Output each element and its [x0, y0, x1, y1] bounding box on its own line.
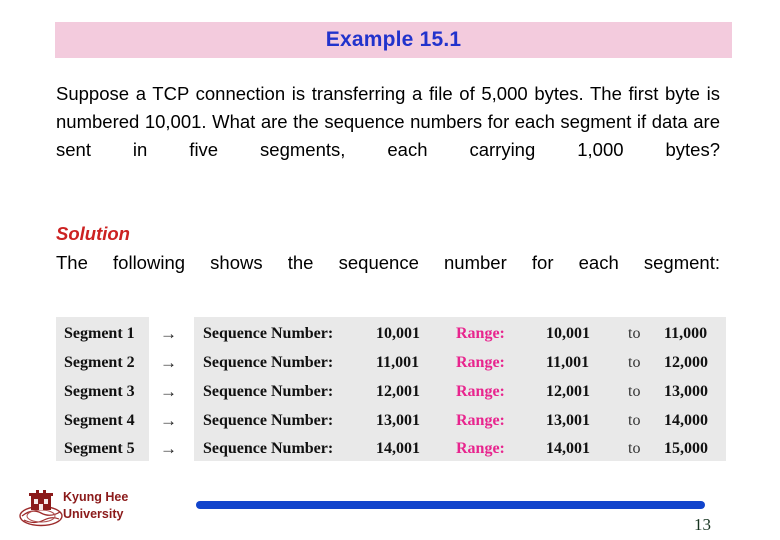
- range-end: 13,000: [664, 383, 708, 400]
- table-row: Segment 1 → Sequence Number: 10,001 Rang…: [56, 320, 726, 348]
- sequence-number: 10,001: [376, 325, 420, 342]
- range-start: 10,001: [546, 325, 590, 342]
- table-row: Segment 4 → Sequence Number: 13,001 Rang…: [56, 407, 726, 435]
- range-end: 12,000: [664, 354, 708, 371]
- page-title: Example 15.1: [325, 28, 462, 51]
- solution-block: Solution The following shows the sequenc…: [56, 222, 720, 305]
- solution-heading: Solution: [56, 223, 130, 244]
- range-to-word: to: [628, 354, 641, 371]
- table-body: Segment 1 → Sequence Number: 10,001 Rang…: [56, 317, 726, 461]
- university-crest-icon: [19, 490, 63, 527]
- sequence-number: 12,001: [376, 383, 420, 400]
- table-row: Segment 5 → Sequence Number: 14,001 Rang…: [56, 435, 726, 463]
- range-to-word: to: [628, 412, 641, 429]
- sequence-number: 14,001: [376, 440, 420, 457]
- table-row: Segment 3 → Sequence Number: 12,001 Rang…: [56, 378, 726, 406]
- arrow-icon: →: [160, 411, 177, 430]
- range-end: 11,000: [664, 325, 708, 342]
- question-block: Suppose a TCP connection is transferring…: [56, 80, 720, 192]
- sequence-label: Sequence Number:: [203, 325, 334, 342]
- range-to-word: to: [628, 440, 641, 457]
- page-number: 13: [694, 515, 711, 534]
- sequence-label: Sequence Number:: [203, 412, 334, 429]
- range-label: Range:: [456, 383, 505, 400]
- arrow-icon: →: [160, 382, 177, 401]
- solution-intro-text: The following shows the sequence number …: [56, 252, 720, 273]
- range-end: 14,000: [664, 412, 708, 429]
- range-to-word: to: [628, 325, 641, 342]
- range-start: 12,001: [546, 383, 590, 400]
- question-text: Suppose a TCP connection is transferring…: [56, 83, 720, 160]
- sequence-number-table: Segment 1 → Sequence Number: 10,001 Rang…: [56, 317, 726, 461]
- slide-footer: Kyung Hee University: [0, 483, 780, 540]
- table-row: Segment 2 → Sequence Number: 11,001 Rang…: [56, 349, 726, 377]
- slide-title-banner: Example 15.1: [55, 22, 732, 58]
- university-name-line2: University: [63, 507, 124, 521]
- arrow-icon: →: [160, 353, 177, 372]
- range-start: 14,001: [546, 440, 590, 457]
- arrow-icon: →: [160, 324, 177, 343]
- sequence-number: 13,001: [376, 412, 420, 429]
- range-label: Range:: [456, 354, 505, 371]
- sequence-number: 11,001: [376, 354, 420, 371]
- footer-accent-bar: [196, 501, 705, 509]
- university-name: Kyung Hee University: [63, 489, 128, 523]
- range-label: Range:: [456, 412, 505, 429]
- range-start: 11,001: [546, 354, 590, 371]
- range-label: Range:: [456, 325, 505, 342]
- segment-name: Segment 3: [64, 383, 135, 400]
- segment-name: Segment 5: [64, 440, 135, 457]
- sequence-label: Sequence Number:: [203, 383, 334, 400]
- university-name-line1: Kyung Hee: [63, 490, 129, 504]
- segment-name: Segment 2: [64, 354, 135, 371]
- segment-name: Segment 1: [64, 325, 135, 342]
- sequence-label: Sequence Number:: [203, 440, 334, 457]
- segment-name: Segment 4: [64, 412, 135, 429]
- range-start: 13,001: [546, 412, 590, 429]
- arrow-icon: →: [160, 439, 177, 458]
- range-to-word: to: [628, 383, 641, 400]
- sequence-label: Sequence Number:: [203, 354, 334, 371]
- range-end: 15,000: [664, 440, 708, 457]
- range-label: Range:: [456, 440, 505, 457]
